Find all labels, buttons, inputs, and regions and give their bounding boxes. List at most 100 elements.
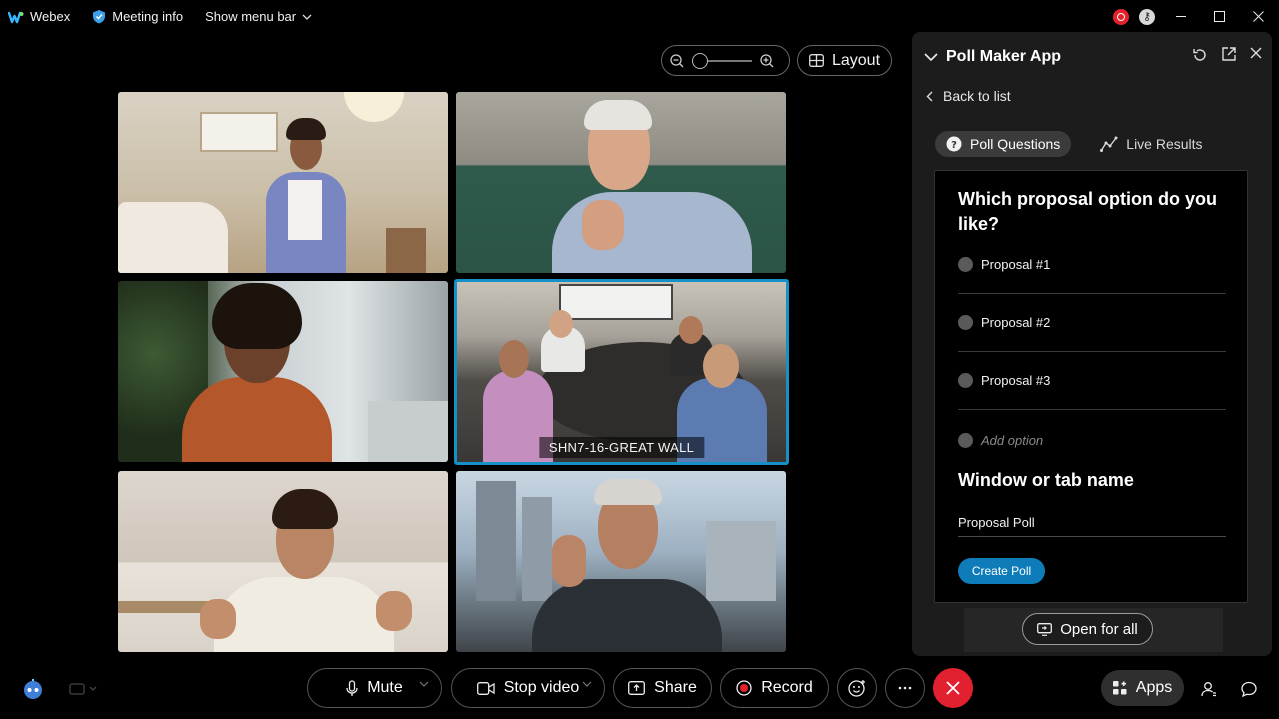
building-shape <box>476 481 516 601</box>
share-icon <box>628 681 646 695</box>
more-icon <box>898 686 912 690</box>
poll-option-2[interactable]: Proposal #2 <box>958 294 1226 352</box>
record-label: Record <box>761 679 813 696</box>
recording-icon <box>1113 8 1129 25</box>
smiley-icon <box>848 680 865 697</box>
meeting-info-button[interactable]: Meeting info <box>92 9 183 24</box>
stop-video-button[interactable]: Stop video <box>451 668 605 708</box>
person-hand <box>552 535 586 587</box>
video-tile-participant-2[interactable] <box>456 92 786 273</box>
tab-live-results[interactable]: Live Results <box>1089 131 1213 157</box>
ai-assistant-button[interactable] <box>20 676 46 702</box>
video-tile-participant-5[interactable] <box>118 471 448 652</box>
show-menu-bar-button[interactable]: Show menu bar <box>205 9 312 24</box>
close-icon[interactable] <box>1250 47 1262 59</box>
zoom-in-icon[interactable] <box>760 53 774 68</box>
video-camera-icon <box>476 681 495 695</box>
layout-button[interactable]: Layout <box>797 45 892 76</box>
person-hair <box>584 100 652 130</box>
person-hair <box>594 479 662 505</box>
chevron-down-icon <box>302 14 312 20</box>
video-tile-participant-1[interactable] <box>118 92 448 273</box>
back-to-list-label: Back to list <box>943 88 1011 104</box>
add-option-field[interactable]: Add option <box>958 411 1226 469</box>
title-bar: Webex Meeting info Show menu bar ⚷ <box>0 0 1279 33</box>
window-name-label: Window or tab name <box>958 470 1134 490</box>
window-controls: ⚷ <box>1109 0 1279 33</box>
recording-indicator[interactable] <box>1109 0 1133 33</box>
sofa-shape <box>118 202 228 273</box>
chat-bubble-icon <box>1241 681 1257 697</box>
video-tile-participant-3[interactable] <box>118 281 448 462</box>
person-hair <box>212 283 302 349</box>
building-shape <box>706 521 776 601</box>
line-chart-icon <box>1100 136 1118 152</box>
person-body <box>214 577 394 652</box>
webex-menu[interactable]: Webex <box>8 9 70 24</box>
open-for-all-button[interactable]: Open for all <box>1022 613 1153 645</box>
video-tile-participant-6[interactable] <box>456 471 786 652</box>
person-hand <box>200 599 236 639</box>
poll-option-3[interactable]: Proposal #3 <box>958 352 1226 410</box>
video-zoom-control <box>661 45 790 76</box>
captions-icon <box>69 683 97 695</box>
webex-logo-icon <box>8 11 24 23</box>
maximize-button[interactable] <box>1201 0 1237 33</box>
participants-button[interactable] <box>1198 678 1220 700</box>
add-option-placeholder: Add option <box>981 432 1044 448</box>
minimize-icon <box>1176 15 1186 17</box>
share-button[interactable]: Share <box>613 668 712 708</box>
meeting-info-shield-icon <box>93 10 106 24</box>
poll-question-text[interactable]: Which proposal option do you like? <box>958 187 1228 237</box>
radio-button[interactable] <box>958 257 973 272</box>
chevron-down-icon[interactable] <box>419 681 429 687</box>
close-window-button[interactable] <box>1237 0 1279 33</box>
whiteboard-shape <box>200 112 278 152</box>
question-bubble-icon: ? <box>946 136 962 152</box>
reactions-button[interactable] <box>837 668 877 708</box>
radio-button[interactable] <box>958 315 973 330</box>
zoom-out-icon[interactable] <box>670 53 684 68</box>
record-icon <box>736 680 752 696</box>
stop-video-label: Stop video <box>503 679 580 696</box>
desk-shape <box>368 401 448 462</box>
chevron-down-icon[interactable] <box>582 681 592 687</box>
zoom-slider-handle[interactable] <box>692 52 708 69</box>
participants-icon <box>1201 682 1216 697</box>
ai-assistant-icon <box>24 679 42 699</box>
microphone-icon <box>346 679 358 696</box>
encryption-indicator[interactable]: ⚷ <box>1133 0 1161 33</box>
minimize-button[interactable] <box>1161 0 1201 33</box>
share-label: Share <box>654 679 697 696</box>
captions-button[interactable] <box>68 680 100 698</box>
participant-name-label: SHN7-16-GREAT WALL <box>538 437 705 458</box>
chat-button[interactable] <box>1238 678 1260 700</box>
person-head <box>499 340 529 378</box>
mute-button[interactable]: Mute <box>307 668 442 708</box>
window-name-input[interactable] <box>958 509 1226 537</box>
collapse-chevron-icon[interactable] <box>924 52 938 62</box>
panel-header-actions <box>1192 47 1262 63</box>
app-name: Webex <box>30 9 71 24</box>
tab-poll-questions-label: Poll Questions <box>970 136 1061 152</box>
radio-button[interactable] <box>958 373 973 388</box>
create-poll-button[interactable]: Create Poll <box>958 558 1045 584</box>
video-tile-participant-4[interactable]: SHN7-16-GREAT WALL <box>454 279 789 465</box>
pop-out-icon[interactable] <box>1222 47 1236 61</box>
record-button[interactable]: Record <box>720 668 829 708</box>
more-options-button[interactable] <box>885 668 925 708</box>
person-head <box>549 310 573 338</box>
mute-label: Mute <box>367 679 403 696</box>
poll-option-1[interactable]: Proposal #1 <box>958 236 1226 294</box>
apps-button[interactable]: Apps <box>1101 670 1184 706</box>
zoom-slider[interactable] <box>692 52 752 69</box>
svg-text:?: ? <box>951 140 957 151</box>
back-to-list-link[interactable]: Back to list <box>926 88 1011 104</box>
refresh-icon[interactable] <box>1192 47 1208 63</box>
poll-option-label: Proposal #1 <box>981 257 1051 272</box>
tab-poll-questions[interactable]: ? Poll Questions <box>935 131 1072 157</box>
tab-live-results-label: Live Results <box>1126 136 1203 152</box>
end-call-button[interactable] <box>933 668 973 708</box>
poll-option-label: Proposal #3 <box>981 373 1051 388</box>
radio-button <box>958 432 973 448</box>
